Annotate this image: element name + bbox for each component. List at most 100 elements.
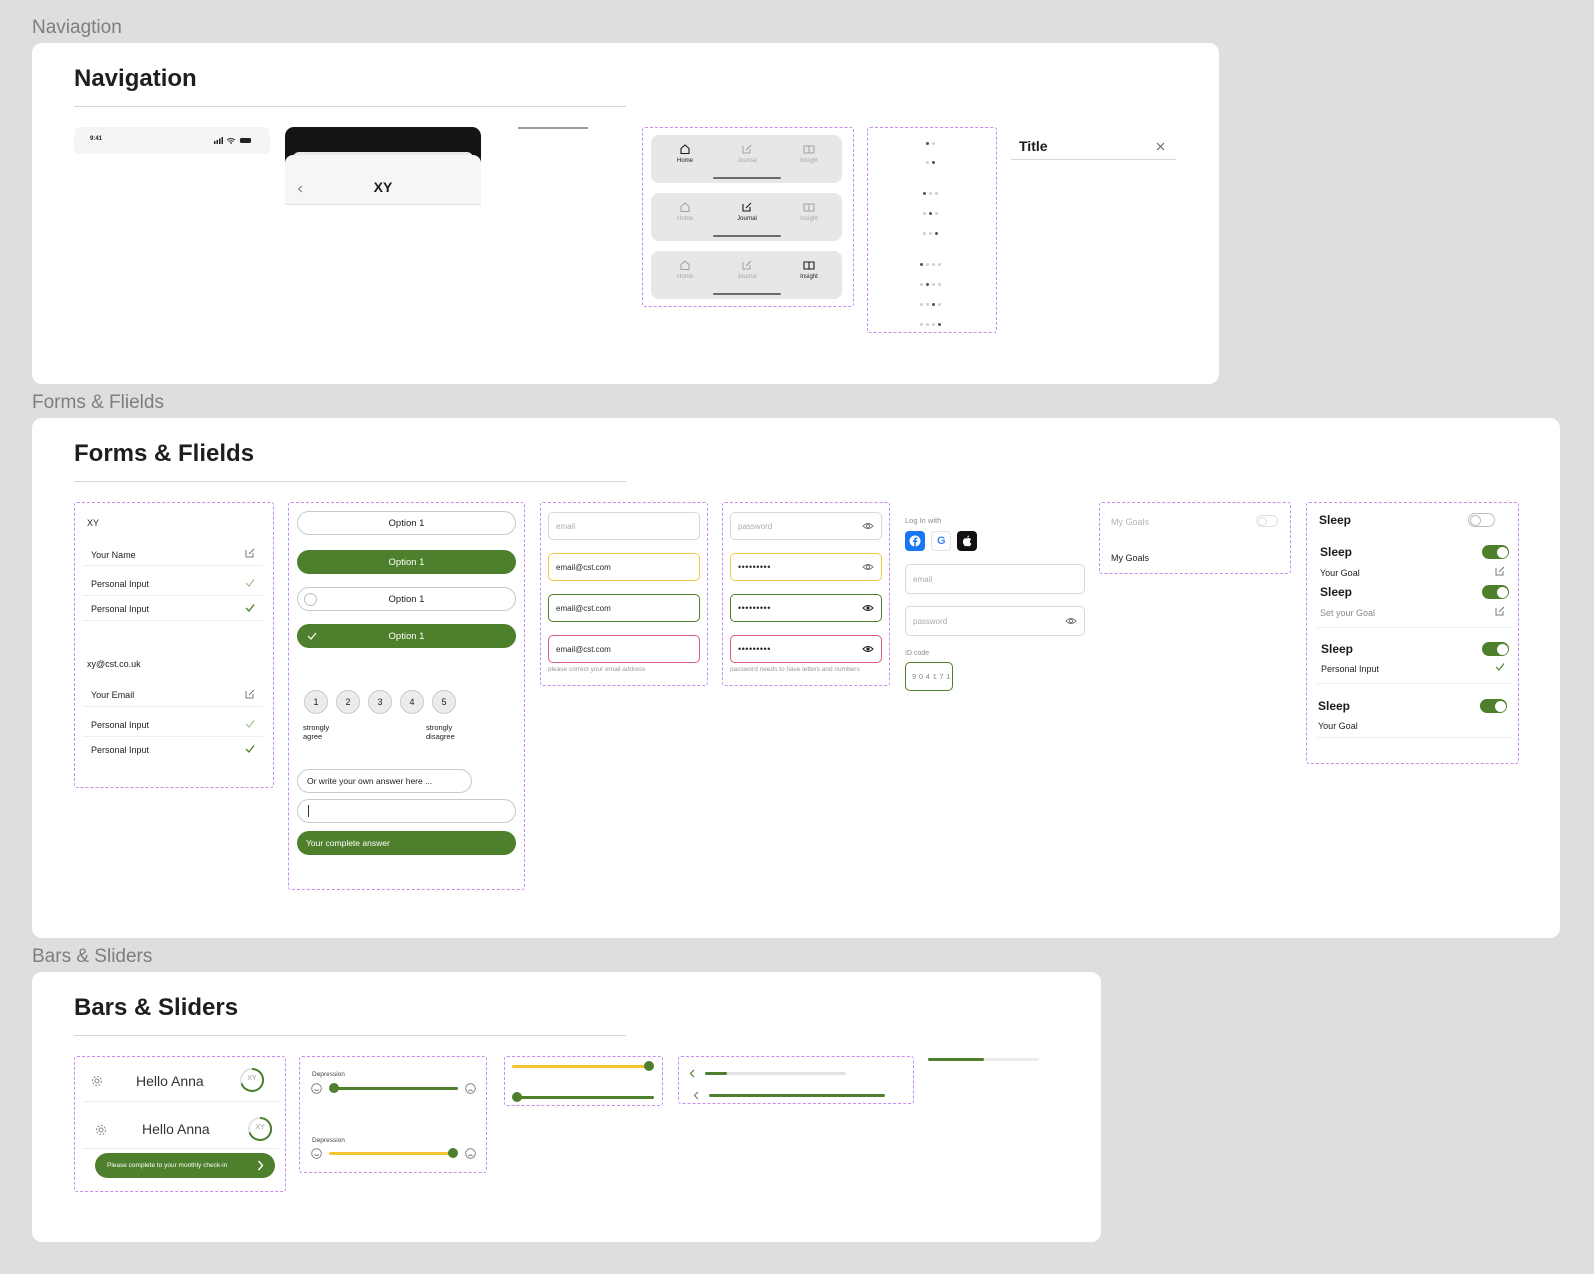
google-login-button[interactable]: G	[931, 531, 951, 551]
list-item[interactable]: Your Email	[83, 682, 263, 707]
tab-insight[interactable]: Insight	[789, 259, 829, 280]
sad-icon	[465, 1148, 476, 1159]
email-field-focused[interactable]: email@cst.com	[548, 553, 700, 581]
tab-home[interactable]: Home	[665, 259, 705, 280]
login-password-field[interactable]: password	[905, 606, 1085, 636]
edit-icon[interactable]	[244, 688, 256, 700]
sleep-toggle-on[interactable]	[1480, 699, 1507, 713]
slider-track[interactable]	[516, 1096, 654, 1099]
option-radio[interactable]: Option 1	[297, 587, 516, 611]
tab-insight[interactable]: Insight	[789, 143, 829, 164]
tab-home[interactable]: Home	[665, 143, 705, 164]
password-field-valid[interactable]: •••••••••	[730, 594, 882, 622]
email-field-error[interactable]: email@cst.com	[548, 635, 700, 663]
page-dot	[920, 283, 923, 286]
email-field-valid[interactable]: email@cst.com	[548, 594, 700, 622]
list-item[interactable]: Your Name	[83, 541, 263, 566]
scale-option[interactable]: 5	[432, 690, 456, 714]
password-field-focused[interactable]: •••••••••	[730, 553, 882, 581]
password-field-error[interactable]: •••••••••	[730, 635, 882, 663]
plain-sliders-card	[504, 1056, 663, 1106]
option-button[interactable]: Option 1	[297, 511, 516, 535]
depression-slider-track[interactable]	[329, 1152, 453, 1155]
sleep-toggle-on[interactable]	[1482, 642, 1509, 656]
page-dot	[938, 283, 941, 286]
gear-icon[interactable]	[95, 1124, 107, 1136]
chevron-left-icon[interactable]	[689, 1069, 695, 1078]
progress-fill	[709, 1094, 885, 1097]
sleep-settings-card: Sleep Sleep Your Goal Sleep Set your Goa…	[1306, 502, 1519, 764]
scale-option[interactable]: 1	[304, 690, 328, 714]
home-icon	[680, 202, 690, 212]
page-dot	[929, 232, 932, 235]
sleep-sub-label: Your Goal	[1318, 721, 1358, 731]
depression-slider-track[interactable]	[334, 1087, 458, 1090]
option-radio-selected[interactable]: Option 1	[297, 624, 516, 648]
progress-fill	[705, 1072, 727, 1075]
eye-icon[interactable]	[862, 645, 874, 653]
goals-toggle-disabled[interactable]	[1256, 515, 1278, 527]
id-code-field[interactable]: 9 0 4 1 7 1	[905, 662, 953, 691]
list-item[interactable]: Personal Input	[83, 712, 263, 737]
slider-knob[interactable]	[512, 1092, 522, 1102]
slider-track[interactable]	[512, 1065, 650, 1068]
radio-circle[interactable]	[304, 593, 317, 606]
scale-option[interactable]: 2	[336, 690, 360, 714]
list-item[interactable]: Personal Input	[83, 596, 263, 621]
page-dot	[935, 232, 938, 235]
edit-icon[interactable]	[1494, 565, 1506, 577]
list-item[interactable]: Personal Input	[83, 737, 263, 762]
header-sheet: XY	[285, 155, 481, 205]
password-field[interactable]: password	[730, 512, 882, 540]
apple-login-button[interactable]	[957, 531, 977, 551]
forms-panel: Forms & Flields XY Your Name Personal In…	[32, 418, 1560, 938]
complete-answer-button[interactable]: Your complete answer	[297, 831, 516, 855]
email-field[interactable]: email	[548, 512, 700, 540]
answer-input[interactable]	[297, 799, 516, 823]
scale-option[interactable]: 3	[368, 690, 392, 714]
title-divider	[74, 106, 626, 107]
tab-insight[interactable]: Insight	[789, 201, 829, 222]
eye-icon[interactable]	[862, 522, 874, 530]
page-dot	[935, 192, 938, 195]
profile-list-card: XY Your Name Personal Input Personal Inp…	[74, 502, 274, 788]
forms-title: Forms & Flields	[74, 440, 255, 467]
eye-icon[interactable]	[1065, 617, 1077, 625]
gear-icon[interactable]	[91, 1075, 103, 1087]
option-button-selected[interactable]: Option 1	[297, 550, 516, 574]
sleep-sub-label: Personal Input	[1321, 664, 1380, 674]
tab-journal[interactable]: Journal	[727, 259, 767, 280]
eye-icon[interactable]	[862, 604, 874, 612]
edit-icon[interactable]	[1494, 605, 1506, 617]
facebook-login-button[interactable]	[905, 531, 925, 551]
tab-journal[interactable]: Journal	[727, 143, 767, 164]
eye-icon[interactable]	[862, 563, 874, 571]
login-email-field[interactable]: email	[905, 564, 1085, 594]
avatar-initials: XY	[247, 1075, 257, 1082]
sleep-toggle-off[interactable]	[1468, 513, 1495, 527]
page-dot	[938, 303, 941, 306]
smile-icon	[311, 1148, 322, 1159]
tab-home[interactable]: Home	[665, 201, 705, 222]
avatar-progress[interactable]: XY	[247, 1116, 273, 1142]
slider-knob[interactable]	[644, 1061, 654, 1071]
scale-option[interactable]: 4	[400, 690, 424, 714]
book-icon	[803, 145, 815, 154]
write-own-answer-button[interactable]: Or write your own answer here ...	[297, 769, 472, 793]
google-icon: G	[937, 535, 946, 547]
tab-journal[interactable]: Journal	[727, 201, 767, 222]
depression-slider-knob[interactable]	[329, 1083, 339, 1093]
close-icon[interactable]	[1156, 142, 1165, 151]
status-time: 9:41	[90, 136, 103, 142]
depression-slider-knob[interactable]	[448, 1148, 458, 1158]
sleep-toggle-on[interactable]	[1482, 545, 1509, 559]
checkin-banner-button[interactable]: Please complete to your monthly check-in	[95, 1153, 275, 1178]
list-item[interactable]: Personal Input	[83, 571, 263, 596]
edit-icon[interactable]	[244, 547, 256, 559]
avatar-progress[interactable]: XY	[239, 1067, 265, 1093]
navigation-panel: Navigation 9:41 XY Home Journal Insight …	[32, 43, 1219, 384]
text-cursor	[308, 805, 309, 817]
chevron-left-icon[interactable]	[693, 1091, 699, 1100]
group-title: xy@cst.co.uk	[87, 659, 141, 669]
sleep-toggle-on[interactable]	[1482, 585, 1509, 599]
